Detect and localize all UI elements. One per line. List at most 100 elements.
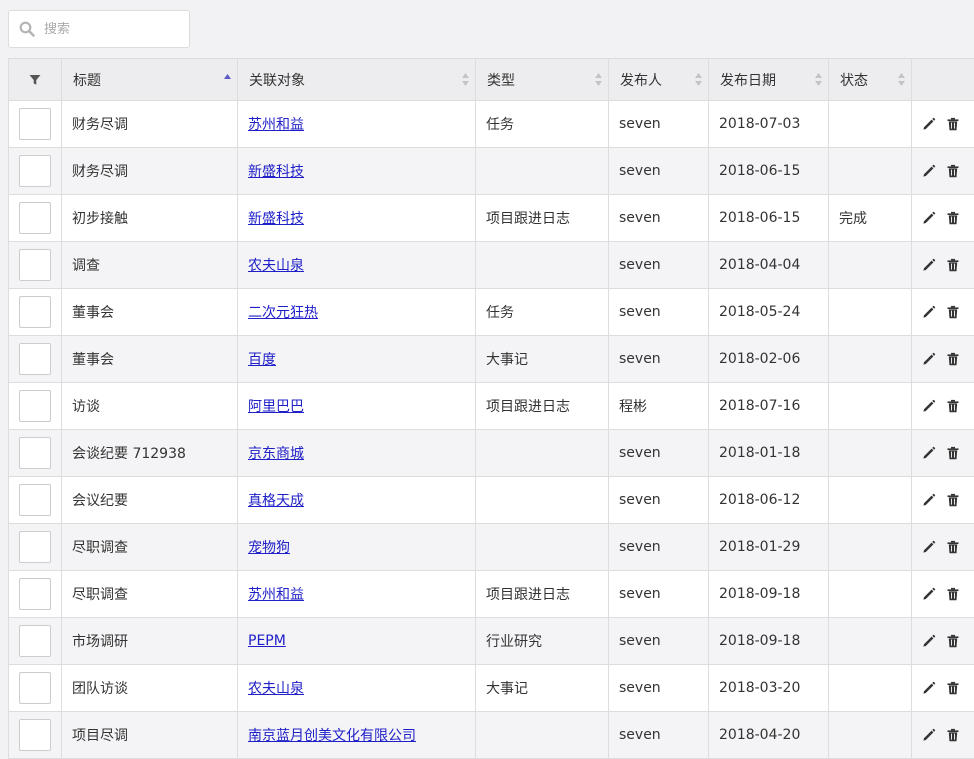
column-header-filter[interactable] bbox=[9, 59, 62, 101]
type-text: 项目跟进日志 bbox=[486, 587, 570, 603]
column-header-status[interactable]: 状态 bbox=[829, 59, 912, 101]
table-row: 董事会 百度 大事记 seven 2018-02-06 bbox=[9, 336, 974, 383]
pencil-icon[interactable] bbox=[922, 164, 936, 178]
trash-icon[interactable] bbox=[946, 681, 960, 695]
related-link[interactable]: 京东商城 bbox=[248, 446, 304, 462]
type-text: 项目跟进日志 bbox=[486, 211, 570, 227]
related-link[interactable]: 新盛科技 bbox=[248, 211, 304, 227]
trash-icon[interactable] bbox=[946, 399, 960, 413]
row-checkbox[interactable] bbox=[19, 155, 51, 187]
related-link[interactable]: 苏州和益 bbox=[248, 117, 304, 133]
row-checkbox[interactable] bbox=[19, 249, 51, 281]
pencil-icon[interactable] bbox=[922, 493, 936, 507]
filter-icon[interactable] bbox=[29, 74, 41, 86]
pencil-icon[interactable] bbox=[922, 446, 936, 460]
row-checkbox[interactable] bbox=[19, 578, 51, 610]
sort-icon[interactable] bbox=[695, 72, 702, 87]
row-checkbox[interactable] bbox=[19, 531, 51, 563]
title-cell: 尽职调查 bbox=[62, 571, 238, 618]
related-link[interactable]: 农夫山泉 bbox=[248, 258, 304, 274]
sort-icon[interactable] bbox=[815, 72, 822, 87]
trash-icon[interactable] bbox=[946, 258, 960, 272]
trash-icon[interactable] bbox=[946, 117, 960, 131]
column-header-type[interactable]: 类型 bbox=[476, 59, 609, 101]
row-checkbox[interactable] bbox=[19, 437, 51, 469]
status-cell: 完成 bbox=[829, 195, 912, 242]
column-header-date[interactable]: 发布日期 bbox=[709, 59, 829, 101]
search-box[interactable] bbox=[8, 10, 190, 48]
trash-icon[interactable] bbox=[946, 352, 960, 366]
column-header-publisher[interactable]: 发布人 bbox=[609, 59, 709, 101]
pencil-icon[interactable] bbox=[922, 634, 936, 648]
pencil-icon[interactable] bbox=[922, 305, 936, 319]
trash-icon[interactable] bbox=[946, 164, 960, 178]
trash-icon[interactable] bbox=[946, 540, 960, 554]
checkbox-cell bbox=[9, 524, 62, 571]
row-checkbox[interactable] bbox=[19, 672, 51, 704]
actions-cell bbox=[912, 665, 974, 712]
table-row: 财务尽调 苏州和益 任务 seven 2018-07-03 bbox=[9, 101, 974, 148]
row-checkbox[interactable] bbox=[19, 719, 51, 751]
search-input[interactable] bbox=[44, 22, 174, 37]
sort-asc-icon[interactable] bbox=[224, 72, 231, 87]
row-checkbox[interactable] bbox=[19, 343, 51, 375]
type-text: 任务 bbox=[486, 305, 514, 321]
row-checkbox[interactable] bbox=[19, 202, 51, 234]
publisher-text: seven bbox=[619, 539, 661, 555]
related-cell: 南京蓝月创美文化有限公司 bbox=[238, 712, 476, 759]
pencil-icon[interactable] bbox=[922, 587, 936, 601]
checkbox-cell bbox=[9, 665, 62, 712]
publisher-cell: seven bbox=[609, 712, 709, 759]
sort-icon[interactable] bbox=[595, 72, 602, 87]
sort-icon[interactable] bbox=[898, 72, 905, 87]
related-link[interactable]: 宠物狗 bbox=[248, 540, 290, 556]
actions-cell bbox=[912, 618, 974, 665]
column-label: 状态 bbox=[840, 73, 868, 89]
trash-icon[interactable] bbox=[946, 211, 960, 225]
pencil-icon[interactable] bbox=[922, 211, 936, 225]
pencil-icon[interactable] bbox=[922, 258, 936, 272]
trash-icon[interactable] bbox=[946, 493, 960, 507]
date-text: 2018-05-24 bbox=[719, 304, 800, 320]
pencil-icon[interactable] bbox=[922, 681, 936, 695]
related-link[interactable]: PEPM bbox=[248, 633, 286, 649]
pencil-icon[interactable] bbox=[922, 399, 936, 413]
related-link[interactable]: 阿里巴巴 bbox=[248, 399, 304, 415]
related-link[interactable]: 真格天成 bbox=[248, 493, 304, 509]
row-checkbox[interactable] bbox=[19, 625, 51, 657]
title-text: 尽职调查 bbox=[72, 587, 128, 603]
related-link[interactable]: 南京蓝月创美文化有限公司 bbox=[248, 728, 416, 744]
pencil-icon[interactable] bbox=[922, 728, 936, 742]
pencil-icon[interactable] bbox=[922, 540, 936, 554]
related-link[interactable]: 二次元狂热 bbox=[248, 305, 318, 321]
publisher-cell: seven bbox=[609, 618, 709, 665]
related-link[interactable]: 新盛科技 bbox=[248, 164, 304, 180]
related-link[interactable]: 百度 bbox=[248, 352, 276, 368]
title-cell: 项目尽调 bbox=[62, 712, 238, 759]
publisher-text: seven bbox=[619, 727, 661, 743]
trash-icon[interactable] bbox=[946, 305, 960, 319]
table-row: 初步接触 新盛科技 项目跟进日志 seven 2018-06-15 完成 bbox=[9, 195, 974, 242]
trash-icon[interactable] bbox=[946, 587, 960, 601]
row-checkbox[interactable] bbox=[19, 296, 51, 328]
publisher-text: seven bbox=[619, 163, 661, 179]
status-cell bbox=[829, 242, 912, 289]
trash-icon[interactable] bbox=[946, 728, 960, 742]
row-checkbox[interactable] bbox=[19, 484, 51, 516]
related-link[interactable]: 农夫山泉 bbox=[248, 681, 304, 697]
column-header-title[interactable]: 标题 bbox=[62, 59, 238, 101]
column-header-related[interactable]: 关联对象 bbox=[238, 59, 476, 101]
date-cell: 2018-04-20 bbox=[709, 712, 829, 759]
type-cell: 任务 bbox=[476, 289, 609, 336]
pencil-icon[interactable] bbox=[922, 117, 936, 131]
trash-icon[interactable] bbox=[946, 634, 960, 648]
actions-cell bbox=[912, 524, 974, 571]
pencil-icon[interactable] bbox=[922, 352, 936, 366]
related-link[interactable]: 苏州和益 bbox=[248, 587, 304, 603]
row-checkbox[interactable] bbox=[19, 390, 51, 422]
sort-icon[interactable] bbox=[462, 72, 469, 87]
row-checkbox[interactable] bbox=[19, 108, 51, 140]
publisher-cell: seven bbox=[609, 195, 709, 242]
related-cell: 新盛科技 bbox=[238, 195, 476, 242]
trash-icon[interactable] bbox=[946, 446, 960, 460]
